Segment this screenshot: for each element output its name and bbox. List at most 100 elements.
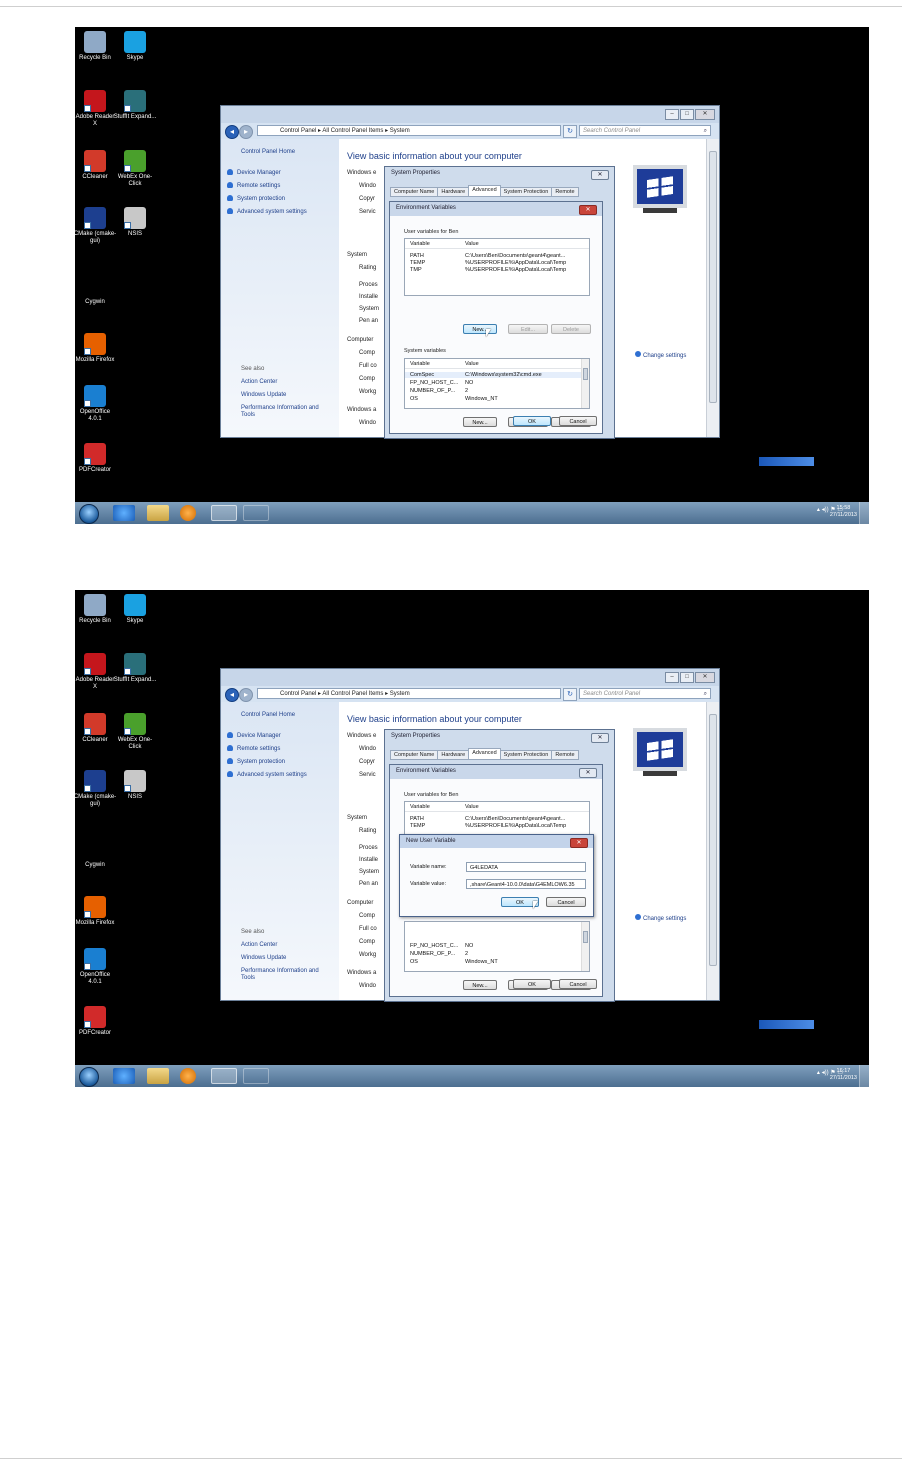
tab-advanced[interactable]: Advanced [468,748,501,760]
scrollbar-thumb[interactable] [709,714,717,966]
tab-remote[interactable]: Remote [551,187,579,197]
scrollbar-thumb[interactable] [583,368,588,380]
user-edit-button[interactable]: Edit... [508,324,548,334]
tab-remote[interactable]: Remote [551,750,579,760]
clock[interactable]: 16:17 27/11/2013 [830,1068,857,1082]
desktop-icon-recycle-bin[interactable]: Recycle Bin [75,594,117,625]
forward-arrow-icon[interactable]: ▸ [239,688,253,702]
address-bar[interactable]: Control Panel ▸ All Control Panel Items … [257,125,561,136]
control-panel-home-link[interactable]: Control Panel Home [241,149,295,156]
tab-system-protection[interactable]: System Protection [499,750,553,760]
user-delete-button[interactable]: Delete [551,324,591,334]
desktop-icon-skype[interactable]: Skype [113,594,157,625]
breadcrumb-all-items[interactable]: All Control Panel Items [322,691,383,697]
close-icon[interactable]: ✕ [591,170,609,180]
system-protection-link[interactable]: System protection [227,758,285,766]
back-arrow-icon[interactable]: ◂ [225,125,239,139]
desktop-icon-adobe-reader-x[interactable]: Adobe Reader X [75,90,117,128]
scrollbar-thumb[interactable] [709,151,717,403]
action-center-link[interactable]: Action Center [241,942,277,949]
desktop-icon-mozilla-firefox[interactable]: Mozilla Firefox [75,896,117,927]
desktop-icon-skype[interactable]: Skype [113,31,157,62]
advanced-system-settings-link[interactable]: Advanced system settings [227,208,307,216]
new-var-cancel-button[interactable]: Cancel [546,897,586,907]
list-item[interactable]: OS Windows_NT [405,959,581,965]
maximize-icon[interactable]: □ [680,109,694,120]
list-item[interactable]: PATH C:\Users\Ben\Documents\geant4\geant.… [405,816,581,822]
variable-name-field[interactable]: G4LEDATA [466,862,586,872]
show-desktop-button[interactable] [859,1065,869,1087]
remote-settings-link[interactable]: Remote settings [227,182,280,190]
desktop-icon-cygwin[interactable]: Cygwin [75,838,117,869]
desktop-icon-ccleaner[interactable]: CCleaner [75,150,117,181]
refresh-icon[interactable]: ↻ [563,125,577,138]
column-variable[interactable]: Variable [410,804,430,810]
show-desktop-button[interactable] [859,502,869,524]
device-manager-link[interactable]: Device Manager [227,169,281,177]
windows-update-link[interactable]: Windows Update [241,392,286,399]
system-new-button[interactable]: New... [463,417,497,427]
column-value[interactable]: Value [465,241,479,247]
system-vars-list[interactable]: FP_NO_HOST_C... NO NUMBER_OF_P... 2 OS Wind… [404,921,590,972]
tab-computer-name[interactable]: Computer Name [390,187,439,197]
env-cancel-button[interactable]: Cancel [559,979,597,989]
back-arrow-icon[interactable]: ◂ [225,688,239,702]
media-player-icon[interactable] [180,1068,196,1084]
desktop-icon-cmake-cmake-gui[interactable]: CMake (cmake-gui) [75,770,117,808]
scrollbar[interactable] [706,139,719,437]
refresh-icon[interactable]: ↻ [563,688,577,701]
maximize-icon[interactable]: □ [680,672,694,683]
list-item[interactable]: TEMP %USERPROFILE%\AppData\Local\Temp [405,260,581,266]
desktop-icon-webex-one-click[interactable]: WebEx One-Click [113,713,157,751]
system-vars-list[interactable]: Variable Value ComSpec C:\Windows\system3… [404,358,590,409]
close-icon[interactable]: ✕ [579,768,597,778]
desktop-icon-mozilla-firefox[interactable]: Mozilla Firefox [75,333,117,364]
start-button-icon[interactable] [79,1067,99,1087]
desktop-icon-openoffice-4-0-1[interactable]: OpenOffice 4.0.1 [75,948,117,986]
scrollbar-thumb[interactable] [583,931,588,943]
variable-value-field[interactable]: ,share\Geant4-10.0.0\data\G4EMLOW6.35 [466,879,586,889]
desktop-icon-ccleaner[interactable]: CCleaner [75,713,117,744]
column-value[interactable]: Value [465,361,479,367]
advanced-system-settings-link[interactable]: Advanced system settings [227,771,307,779]
desktop-icon-nsis[interactable]: NSIS [113,207,157,238]
control-panel-task-icon[interactable] [211,505,237,521]
tab-computer-name[interactable]: Computer Name [390,750,439,760]
desktop-icon-pdfcreator[interactable]: PDFCreator [75,443,117,474]
system-new-button[interactable]: New... [463,980,497,990]
list-item[interactable]: FP_NO_HOST_C... NO [405,380,581,386]
performance-info-link[interactable]: Performance Information and Tools [241,405,333,419]
action-center-link[interactable]: Action Center [241,379,277,386]
system-properties-task-icon[interactable] [243,505,269,521]
search-input[interactable]: Search Control Panel ⌕ [579,125,711,136]
list-item[interactable]: TMP %USERPROFILE%\AppData\Local\Temp [405,267,581,273]
change-settings-link[interactable]: Change settings [635,914,686,922]
system-protection-link[interactable]: System protection [227,195,285,203]
forward-arrow-icon[interactable]: ▸ [239,125,253,139]
desktop-icon-adobe-reader-x[interactable]: Adobe Reader X [75,653,117,691]
control-panel-task-icon[interactable] [211,1068,237,1084]
user-new-button[interactable]: New... [463,324,497,334]
device-manager-link[interactable]: Device Manager [227,732,281,740]
list-item[interactable]: TEMP %USERPROFILE%\AppData\Local\Temp [405,823,581,829]
desktop-icon-cygwin[interactable]: Cygwin [75,275,117,306]
file-explorer-icon[interactable] [147,1068,169,1084]
internet-explorer-icon[interactable] [113,505,135,521]
list-item[interactable]: ComSpec C:\Windows\system32\cmd.exe [405,372,581,378]
list-scrollbar[interactable] [581,359,589,408]
desktop-icon-pdfcreator[interactable]: PDFCreator [75,1006,117,1037]
column-value[interactable]: Value [465,804,479,810]
list-item[interactable]: NUMBER_OF_P... 2 [405,388,581,394]
breadcrumb-control-panel[interactable]: Control Panel [280,691,316,697]
column-variable[interactable]: Variable [410,241,430,247]
close-icon[interactable]: ✕ [695,672,715,683]
list-item[interactable]: NUMBER_OF_P... 2 [405,951,581,957]
change-settings-link[interactable]: Change settings [635,351,686,359]
close-icon[interactable]: ✕ [570,838,588,848]
close-icon[interactable]: ✕ [591,733,609,743]
clock[interactable]: 15:58 27/11/2013 [830,505,857,519]
tab-advanced[interactable]: Advanced [468,185,501,197]
desktop-icon-nsis[interactable]: NSIS [113,770,157,801]
user-vars-list[interactable]: Variable Value PATH C:\Users\Ben\Document… [404,238,590,296]
desktop-icon-webex-one-click[interactable]: WebEx One-Click [113,150,157,188]
